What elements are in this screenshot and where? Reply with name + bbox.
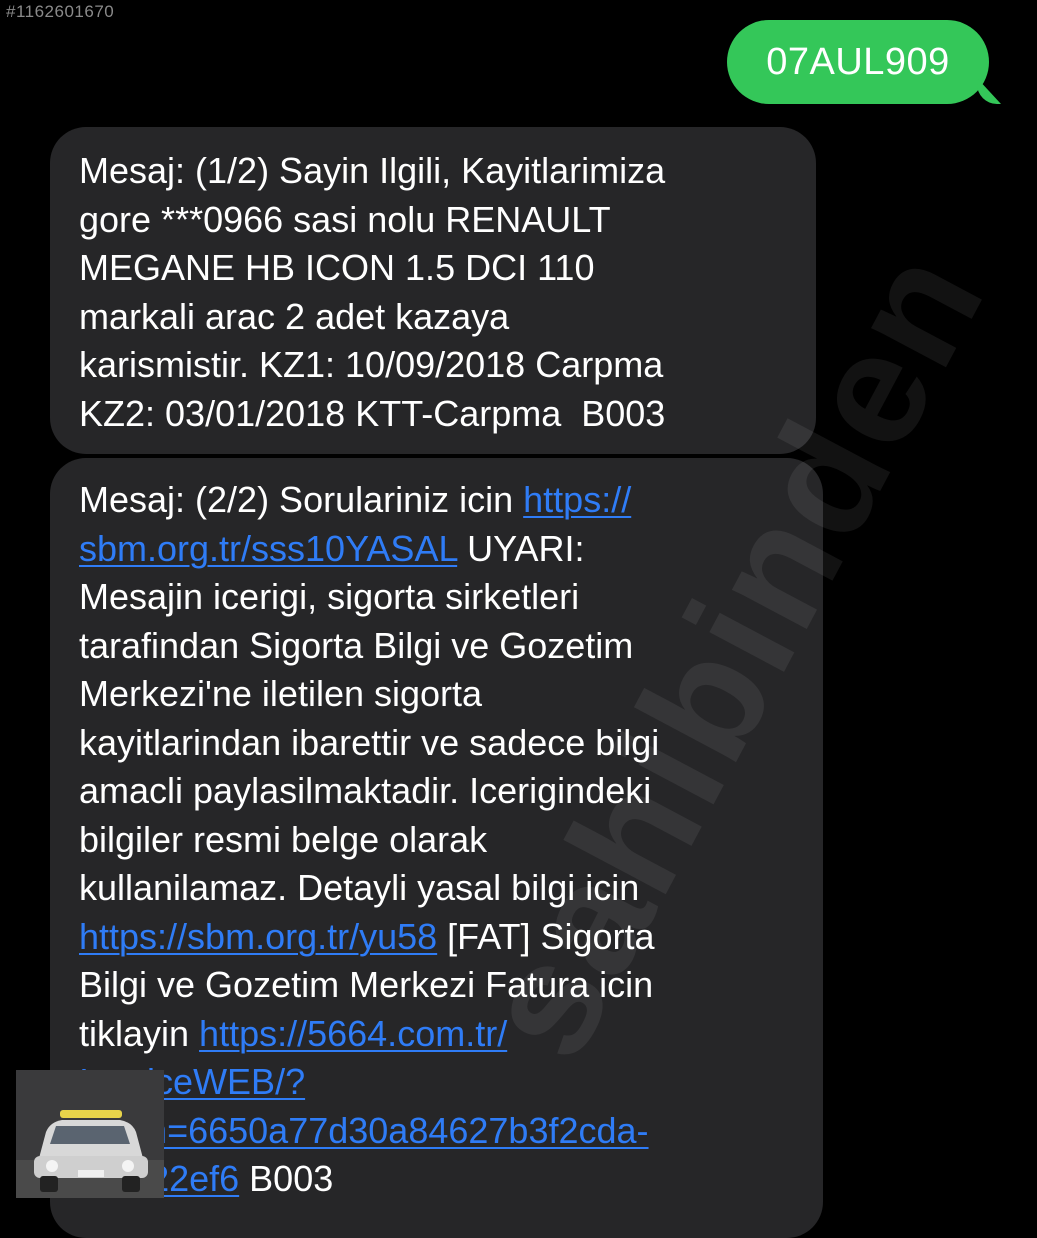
message-link[interactable]: sbm.org.tr/sss10YASAL — [79, 528, 457, 569]
car-thumbnail — [16, 1070, 164, 1198]
message-text: Mesajin icerigi, sigorta sirketleri — [79, 576, 580, 617]
message-line: f00722ef6 B003 — [79, 1155, 823, 1204]
message-line: gore ***0966 sasi nolu RENAULT — [79, 196, 816, 245]
message-text: Bilgi ve Gozetim Merkezi Fatura icin — [79, 964, 654, 1005]
message-line: sbm.org.tr/sss10YASAL UYARI: — [79, 525, 823, 574]
message-body: Mesaj: (2/2) Sorulariniz icin https://sb… — [79, 476, 823, 1204]
message-line: bilgiler resmi belge olarak — [79, 816, 823, 865]
message-text: MEGANE HB ICON 1.5 DCI 110 — [79, 247, 595, 288]
message-text: [FAT] Sigorta — [437, 915, 655, 957]
message-text: bilgiler resmi belge olarak — [79, 818, 488, 860]
message-link[interactable]: https://sbm.org.tr/yu58 — [79, 916, 437, 957]
message-line: Bilgi ve Gozetim Merkezi Fatura icin — [79, 961, 823, 1010]
received-message-bubble-2[interactable]: Mesaj: (2/2) Sorulariniz icin https://sb… — [50, 458, 823, 1238]
message-line: karismistir. KZ1: 10/09/2018 Carpma — [79, 341, 816, 390]
message-text: tiklayin — [79, 1012, 200, 1054]
message-line: Mesajin icerigi, sigorta sirketleri — [79, 573, 823, 622]
message-line: kayitlarindan ibarettir ve sadece bilgi — [79, 719, 823, 768]
message-text: kayitlarindan ibarettir ve sadece bilgi — [79, 721, 660, 763]
message-text: Merkezi'ne iletilen sigorta — [79, 673, 483, 714]
car-icon — [16, 1070, 164, 1198]
message-text: tarafindan Sigorta Bilgi ve Gozetim — [79, 624, 634, 666]
message-text: markali arac 2 adet kazaya — [79, 295, 510, 337]
message-line: markali arac 2 adet kazaya — [79, 293, 816, 342]
message-link[interactable]: https:// — [523, 479, 631, 520]
message-text: Mesaj: (1/2) Sayin Ilgili, Kayitlarimiza — [79, 150, 666, 191]
message-line: InvoiceWEB/? — [79, 1058, 823, 1107]
message-line: token=6650a77d30a84627b3f2cda- — [79, 1107, 823, 1156]
message-text: Mesaj: (2/2) Sorulariniz icin — [79, 479, 524, 520]
message-text: kullanilamaz. Detayli yasal bilgi icin — [79, 867, 640, 908]
message-link[interactable]: token=6650a77d30a84627b3f2cda- — [79, 1110, 649, 1151]
message-line: Merkezi'ne iletilen sigorta — [79, 670, 823, 719]
sent-message-text: 07AUL909 — [766, 40, 950, 83]
message-text: UYARI: — [457, 527, 585, 569]
message-text: gore ***0966 sasi nolu RENAULT — [79, 198, 611, 240]
message-line: kullanilamaz. Detayli yasal bilgi icin — [79, 864, 823, 913]
message-line: tiklayin https://5664.com.tr/ — [79, 1010, 823, 1059]
message-link[interactable]: https://5664.com.tr/ — [199, 1013, 507, 1054]
message-line: https://sbm.org.tr/yu58 [FAT] Sigorta — [79, 913, 823, 962]
message-line: Mesaj: (1/2) Sayin Ilgili, Kayitlarimiza — [79, 147, 816, 196]
listing-id: #1162601670 — [6, 2, 115, 21]
message-line: Mesaj: (2/2) Sorulariniz icin https:// — [79, 476, 823, 525]
message-body: Mesaj: (1/2) Sayin Ilgili, Kayitlarimiza… — [79, 147, 816, 438]
message-text: B003 — [239, 1158, 334, 1199]
message-text: KZ2: 03/01/2018 KTT-Carpma B003 — [79, 392, 666, 434]
message-line: amacli paylasilmaktadir. Icerigindeki — [79, 767, 823, 816]
sent-bubble-tail — [977, 78, 1001, 104]
received-message-bubble-1[interactable]: Mesaj: (1/2) Sayin Ilgili, Kayitlarimiza… — [50, 127, 816, 454]
message-text: amacli paylasilmaktadir. Icerigindeki — [79, 770, 652, 811]
message-text: karismistir. KZ1: 10/09/2018 Carpma — [79, 344, 664, 385]
message-line: MEGANE HB ICON 1.5 DCI 110 — [79, 244, 816, 293]
message-line: KZ2: 03/01/2018 KTT-Carpma B003 — [79, 390, 816, 439]
message-line: tarafindan Sigorta Bilgi ve Gozetim — [79, 622, 823, 671]
sent-message-bubble[interactable]: 07AUL909 — [727, 20, 1001, 104]
